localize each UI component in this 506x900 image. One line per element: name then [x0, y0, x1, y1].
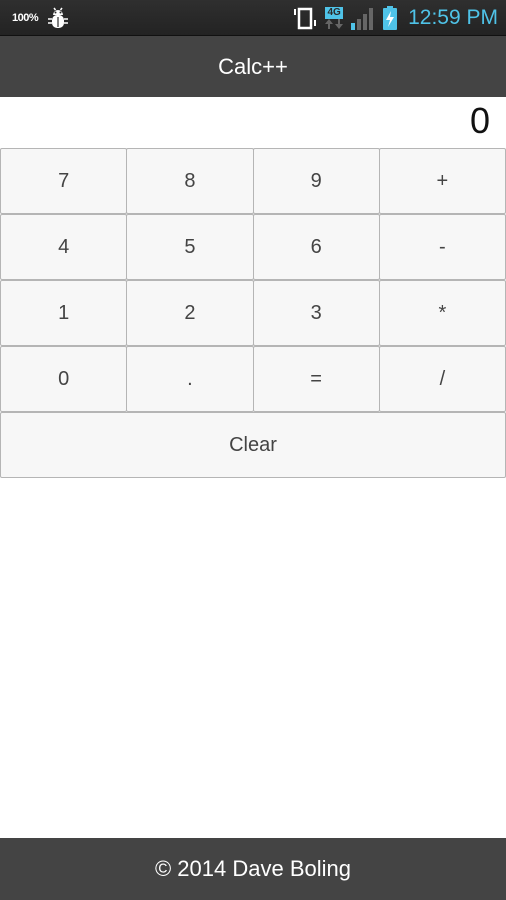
signal-icon [350, 5, 376, 31]
key-divide[interactable]: / [378, 346, 506, 412]
battery-percent: 100% [12, 12, 39, 24]
status-right: 4G 12:59 PM [292, 0, 498, 36]
status-left: 100% [12, 0, 70, 36]
key-equals[interactable]: = [252, 346, 380, 412]
vibrate-icon [292, 5, 318, 31]
key-8[interactable]: 8 [126, 148, 254, 214]
action-bar: Calc++ [0, 36, 506, 97]
key-2[interactable]: 2 [126, 280, 254, 346]
footer: © 2014 Dave Boling [0, 838, 506, 900]
key-6[interactable]: 6 [252, 214, 380, 280]
key-7[interactable]: 7 [0, 148, 128, 214]
key-multiply[interactable]: * [378, 280, 506, 346]
key-decimal[interactable]: . [126, 346, 254, 412]
keypad-row-clear: Clear [0, 412, 506, 478]
key-plus[interactable]: + [378, 148, 506, 214]
clock: 12:59 PM [408, 6, 498, 29]
battery-charging-icon [382, 5, 398, 31]
key-1[interactable]: 1 [0, 280, 128, 346]
clear-button[interactable]: Clear [0, 412, 506, 478]
network-type-label: 4G [325, 7, 343, 19]
key-minus[interactable]: - [378, 214, 506, 280]
copyright-text: © 2014 Dave Boling [154, 856, 351, 881]
keypad-row: 7 8 9 + [0, 148, 506, 214]
4g-data-icon: 4G [324, 7, 344, 29]
key-9[interactable]: 9 [252, 148, 380, 214]
keypad-row: 4 5 6 - [0, 214, 506, 280]
debug-bug-icon [46, 6, 70, 30]
keypad-row: 1 2 3 * [0, 280, 506, 346]
app-title: Calc++ [218, 53, 288, 79]
key-4[interactable]: 4 [0, 214, 128, 280]
keypad-row: 0 . = / [0, 346, 506, 412]
result-display: 0 [469, 100, 490, 141]
keypad: 7 8 9 + 4 5 6 - 1 2 3 * 0 . = / Clear [0, 148, 506, 478]
key-3[interactable]: 3 [252, 280, 380, 346]
status-bar: 100% 4G 12:59 PM [0, 0, 506, 36]
key-5[interactable]: 5 [126, 214, 254, 280]
key-0[interactable]: 0 [0, 346, 128, 412]
